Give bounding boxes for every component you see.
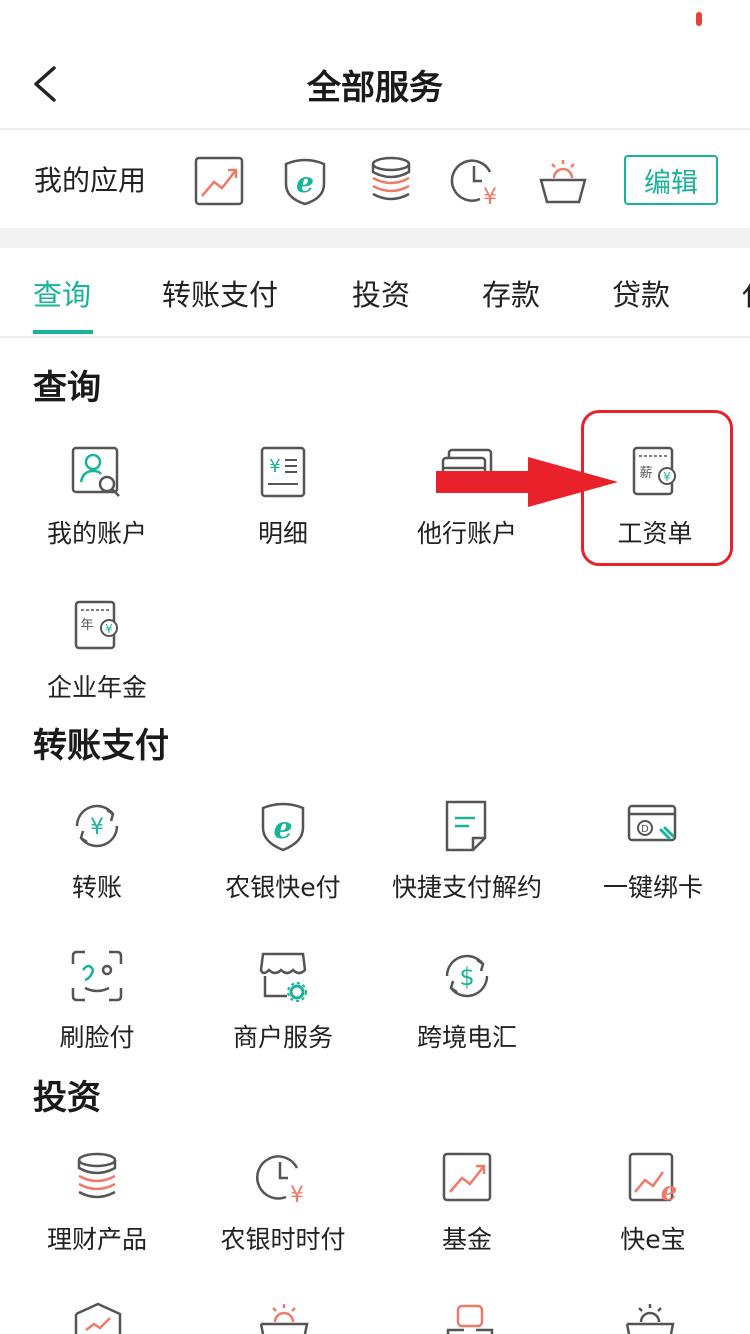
- svg-text:¥: ¥: [290, 1183, 304, 1206]
- service-label: 他行账户: [416, 519, 517, 548]
- transfer-icon: ¥: [75, 804, 119, 848]
- service-label: 我的账户: [46, 519, 147, 548]
- account-search-icon: [71, 446, 120, 497]
- service-kuai-e-pay[interactable]: e 农银快e付: [190, 798, 376, 904]
- fund-chart-icon: [442, 1152, 492, 1202]
- basket-icon[interactable]: [622, 1300, 678, 1334]
- service-label: 刷脸付: [59, 1023, 135, 1052]
- coins-stack-icon: [77, 1152, 117, 1199]
- tab-transfer[interactable]: 转账支付: [162, 272, 278, 314]
- service-enterprise-pension[interactable]: 年 ¥ 企业年金: [4, 598, 190, 704]
- section-divider: [0, 228, 750, 248]
- section-title-transfer: 转账支付: [33, 726, 169, 766]
- svg-text:e: e: [273, 811, 292, 846]
- service-label: 转账: [71, 873, 122, 902]
- my-apps-bar: 我的应用 e ¥ 编辑: [0, 130, 750, 228]
- kuai-e-bao-icon: e: [628, 1152, 678, 1206]
- tab-query[interactable]: 查询: [33, 272, 91, 314]
- svg-text:¥: ¥: [105, 622, 113, 636]
- service-label: 理财产品: [46, 1225, 147, 1254]
- svg-text:e: e: [296, 166, 314, 199]
- service-label: 基金: [441, 1225, 492, 1254]
- service-label: 跨境电汇: [416, 1023, 517, 1052]
- blocks-icon[interactable]: [442, 1300, 498, 1334]
- service-one-click-bind-card[interactable]: D 一键绑卡: [560, 798, 746, 904]
- coins-stack-icon[interactable]: [364, 154, 418, 208]
- service-kuai-e-bao[interactable]: e 快e宝: [560, 1150, 746, 1256]
- basket-icon[interactable]: [536, 154, 590, 208]
- tab-deposit[interactable]: 存款: [482, 272, 540, 314]
- status-bar: [0, 0, 750, 38]
- service-transfer[interactable]: ¥ 转账: [4, 798, 190, 904]
- service-detail[interactable]: ¥ 明细: [190, 444, 376, 550]
- service-label: 快捷支付解约: [391, 873, 542, 902]
- svg-text:¥: ¥: [269, 456, 280, 477]
- service-my-account[interactable]: 我的账户: [4, 444, 190, 550]
- service-label: 农银时时付: [220, 1225, 346, 1254]
- clock-yen-icon[interactable]: ¥: [450, 154, 504, 208]
- bind-card-icon: D: [627, 804, 677, 842]
- e-pay-icon[interactable]: e: [278, 154, 332, 208]
- basket-icon[interactable]: [256, 1300, 312, 1334]
- section-title-query: 查询: [33, 368, 101, 408]
- service-abc-anytime-pay[interactable]: ¥ 农银时时付: [190, 1150, 376, 1256]
- tab-loan[interactable]: 贷款: [612, 272, 670, 314]
- svg-text:$: $: [459, 963, 474, 991]
- shield-chart-icon[interactable]: [70, 1300, 126, 1334]
- tab-invest[interactable]: 投资: [352, 272, 410, 314]
- cross-border-icon: $: [445, 954, 489, 998]
- red-arrow-annotation: [436, 457, 618, 507]
- status-indicator: [696, 12, 702, 26]
- svg-text:¥: ¥: [483, 185, 497, 208]
- service-wealth-products[interactable]: 理财产品: [4, 1150, 190, 1256]
- service-label: 一键绑卡: [602, 873, 703, 902]
- svg-text:e: e: [661, 1177, 678, 1206]
- service-label: 商户服务: [232, 1023, 333, 1052]
- document-icon: [445, 800, 487, 852]
- service-fund[interactable]: 基金: [374, 1150, 560, 1256]
- section-title-invest: 投资: [33, 1078, 101, 1118]
- svg-text:¥: ¥: [90, 815, 104, 840]
- nav-bar: 全部服务: [0, 38, 750, 130]
- clock-yen-icon: ¥: [256, 1155, 304, 1206]
- merchant-icon: [259, 952, 307, 1002]
- service-merchant[interactable]: 商户服务: [190, 948, 376, 1054]
- pension-icon: 年 ¥: [74, 600, 118, 650]
- e-pay-icon: e: [261, 802, 305, 852]
- service-cross-border-remit[interactable]: $ 跨境电汇: [374, 948, 560, 1054]
- detail-list-icon: ¥: [260, 446, 306, 498]
- svg-text:年: 年: [80, 618, 93, 633]
- page-title: 全部服务: [307, 68, 443, 108]
- active-tab-indicator: [33, 330, 93, 334]
- service-quick-pay-cancel[interactable]: 快捷支付解约: [374, 798, 560, 904]
- category-tabs: 查询 转账支付 投资 存款 贷款 代: [0, 248, 750, 338]
- my-apps-label: 我的应用: [34, 164, 147, 197]
- service-face-pay[interactable]: 刷脸付: [4, 948, 190, 1054]
- service-label: 农银快e付: [225, 873, 341, 902]
- face-pay-icon: [71, 950, 123, 1002]
- svg-text:D: D: [641, 824, 649, 835]
- fund-chart-icon[interactable]: [192, 154, 246, 208]
- edit-button[interactable]: 编辑: [624, 155, 718, 205]
- service-label: 明细: [257, 519, 308, 548]
- tab-more[interactable]: 代: [742, 272, 750, 314]
- service-label: 快e宝: [620, 1225, 686, 1254]
- service-label: 企业年金: [46, 673, 147, 702]
